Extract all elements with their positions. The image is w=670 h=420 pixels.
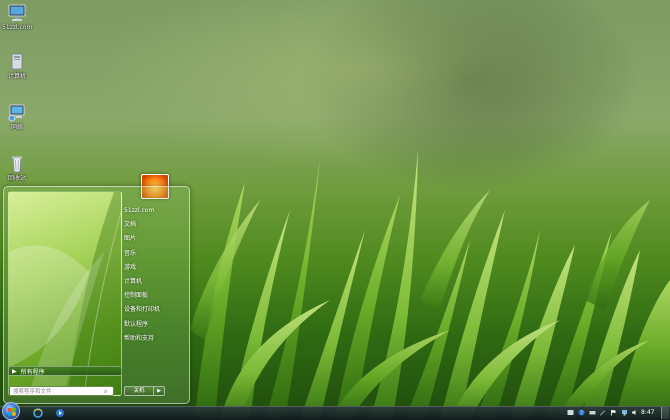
start-menu-item-help[interactable]: 帮助和支持	[124, 334, 160, 348]
volume-icon[interactable]	[631, 409, 638, 416]
search-placeholder: 搜索程序和文件	[13, 389, 52, 395]
shutdown-button[interactable]: 关机	[124, 386, 154, 396]
desktop-icon-recycle-bin[interactable]: 回收站	[2, 155, 32, 182]
show-desktop-button[interactable]	[661, 407, 669, 419]
start-menu-right-column: 51zzl.com 文档 图片 音乐 游戏 计算机 控制面板 设备和打印机 默认…	[124, 206, 160, 348]
shutdown-control: 关机 ▶	[124, 386, 165, 396]
all-programs-label: 所有程序	[20, 368, 45, 376]
desktop-icon-network[interactable]: 网络	[2, 104, 32, 131]
desktop-icon-label: 网络	[10, 124, 23, 131]
desktop-icon-computer[interactable]: 计算机	[2, 53, 32, 80]
keyboard-icon[interactable]	[589, 409, 596, 416]
start-menu-item-games[interactable]: 游戏	[124, 263, 160, 277]
start-menu-item-devices-printers[interactable]: 设备和打印机	[124, 305, 160, 319]
search-icon[interactable]: ⌕	[104, 388, 111, 395]
recycle-bin-icon	[7, 155, 27, 173]
windows-logo-icon	[8, 408, 16, 416]
all-programs-button[interactable]: ▶ 所有程序	[8, 366, 122, 376]
shutdown-options-button[interactable]: ▶	[154, 386, 165, 396]
start-menu-item-control-panel[interactable]: 控制面板	[124, 291, 160, 305]
taskbar-clock[interactable]: 8:47	[641, 409, 654, 416]
monitor-icon	[7, 4, 27, 22]
start-menu-item-default-programs[interactable]: 默认程序	[124, 320, 160, 334]
internet-explorer-icon[interactable]	[33, 408, 43, 418]
start-menu-item-computer[interactable]: 计算机	[124, 277, 160, 291]
start-button[interactable]	[2, 402, 20, 420]
desktop-icon-label: 计算机	[7, 73, 26, 80]
start-menu-item-pictures[interactable]: 图片	[124, 234, 160, 248]
search-input[interactable]: 搜索程序和文件 ⌕	[9, 386, 114, 396]
start-menu-item-music[interactable]: 音乐	[124, 249, 160, 263]
desktop-icon-label: 回收站	[7, 175, 26, 182]
pen-icon[interactable]	[599, 409, 606, 416]
desktop-icon-51zzl[interactable]: 51zzl.com	[2, 4, 32, 31]
media-player-icon[interactable]	[55, 408, 65, 418]
action-center-flag-icon[interactable]	[610, 409, 617, 416]
network-icon	[7, 104, 27, 122]
arrow-right-icon: ▶	[12, 367, 17, 375]
svg-text:?: ?	[580, 410, 583, 416]
desktop-icon-label: 51zzl.com	[2, 24, 33, 31]
start-menu-item-documents[interactable]: 文档	[124, 220, 160, 234]
computer-icon	[7, 53, 27, 71]
help-icon[interactable]: ?	[578, 409, 585, 416]
tray-ime-icon[interactable]	[567, 409, 574, 416]
network-tray-icon[interactable]	[621, 409, 628, 416]
start-menu-item-51zzl[interactable]: 51zzl.com	[124, 206, 160, 220]
start-menu: ▶ 所有程序 搜索程序和文件 ⌕	[3, 186, 190, 404]
